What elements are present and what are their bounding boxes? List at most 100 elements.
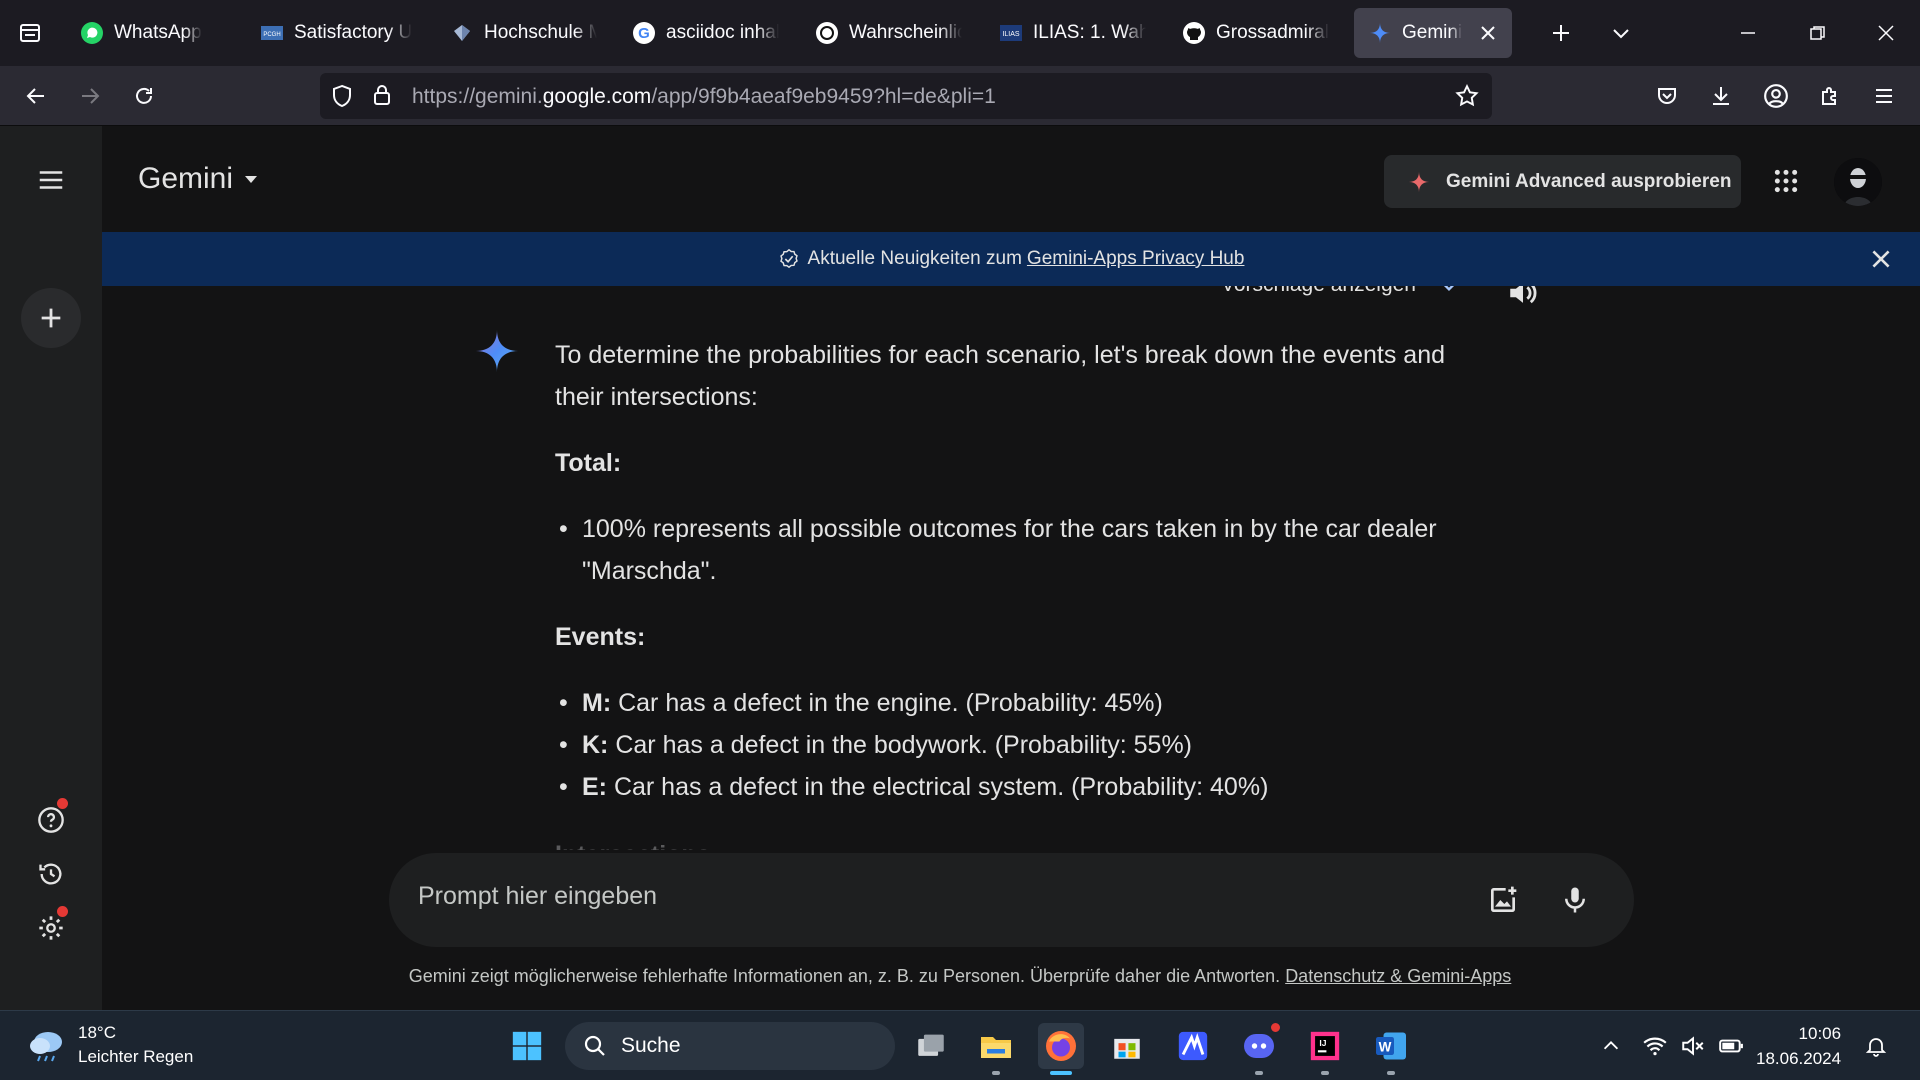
- running-indicator: [1255, 1071, 1263, 1075]
- list-item: 100% represents all possible outcomes fo…: [555, 508, 1455, 592]
- total-heading: Total:: [555, 449, 622, 477]
- firefox-view-button[interactable]: [10, 13, 50, 53]
- caret-down-icon: [245, 176, 258, 183]
- tab-ilias[interactable]: ILIAS ILIAS: 1. Wahrs: [985, 8, 1160, 58]
- arrow-left-icon: [26, 88, 44, 104]
- spark-icon: [1408, 171, 1430, 192]
- tab-gemini[interactable]: Gemini: [1354, 8, 1512, 58]
- privacy-link[interactable]: Datenschutz & Gemini-Apps: [1285, 966, 1511, 986]
- avatar[interactable]: [1834, 158, 1882, 206]
- tab-github[interactable]: GrossadmiralT: [1168, 8, 1343, 58]
- microphone-button[interactable]: [1551, 876, 1599, 924]
- model-response: To determine the probabilities for each …: [555, 334, 1455, 850]
- tab-label: WhatsApp: [114, 22, 202, 43]
- mathcad-button[interactable]: [1170, 1023, 1216, 1069]
- firefox-button[interactable]: [1038, 1023, 1084, 1075]
- total-list: 100% represents all possible outcomes fo…: [555, 508, 1455, 592]
- close-banner-icon[interactable]: [1868, 246, 1894, 272]
- pocket-button[interactable]: [1647, 76, 1687, 116]
- tracking-protection-icon[interactable]: [330, 84, 354, 113]
- banner-text: Aktuelle Neuigkeiten zum: [807, 248, 1022, 269]
- apps-grid-icon: [1774, 169, 1798, 193]
- microsoft-store-button[interactable]: [1104, 1023, 1150, 1069]
- word-button[interactable]: W: [1368, 1023, 1414, 1075]
- hamburger-icon: [1876, 89, 1892, 103]
- event-text: Car has a defect in the electrical syste…: [607, 773, 1269, 801]
- gear-icon: [39, 916, 63, 940]
- prompt-input[interactable]: Prompt hier eingeben: [418, 882, 657, 911]
- reload-icon: [136, 87, 152, 104]
- tab-whatsapp[interactable]: WhatsApp: [66, 8, 216, 58]
- back-button[interactable]: [16, 76, 56, 116]
- word-icon: W: [1376, 1032, 1406, 1060]
- read-aloud-button[interactable]: [1506, 286, 1540, 315]
- intellij-button[interactable]: IJ: [1302, 1023, 1348, 1075]
- main-menu-button[interactable]: [27, 156, 75, 204]
- page-title: Gemini: [138, 162, 234, 195]
- file-explorer-button[interactable]: [973, 1023, 1019, 1075]
- browser-nav-bar: https://gemini.google.com/app/9f9b4aeaf9…: [0, 66, 1920, 126]
- app-menu-button[interactable]: [1864, 76, 1904, 116]
- chat-scroll-area[interactable]: Vorschläge anzeigen To determine the pro…: [102, 286, 1920, 850]
- minimize-button[interactable]: [1728, 13, 1768, 53]
- upload-image-button[interactable]: [1479, 876, 1527, 924]
- restore-button[interactable]: [1797, 13, 1837, 53]
- clock[interactable]: 10:06 18.06.2024: [1756, 1021, 1841, 1071]
- tab-label: Gemini: [1402, 22, 1463, 43]
- tab-asciidoc[interactable]: G asciidoc inhalts: [618, 8, 793, 58]
- tab-label: Hochschule M: [484, 22, 597, 43]
- downloads-button[interactable]: [1701, 76, 1741, 116]
- event-key: E:: [582, 773, 607, 801]
- bookmark-star-icon[interactable]: [1454, 83, 1480, 114]
- svg-text:G: G: [638, 25, 650, 42]
- close-tab-icon[interactable]: [1476, 21, 1500, 45]
- new-tab-button[interactable]: [1541, 13, 1581, 53]
- network-button[interactable]: [1636, 1023, 1674, 1069]
- tab-label: GrossadmiralT: [1216, 22, 1329, 43]
- list-all-tabs-button[interactable]: [1601, 13, 1641, 53]
- forward-button[interactable]: [70, 76, 110, 116]
- search-label: Suche: [621, 1034, 681, 1057]
- tab-hochschule[interactable]: Hochschule M: [436, 8, 611, 58]
- events-heading: Events:: [555, 623, 646, 651]
- menu-icon: [39, 171, 63, 189]
- list-item: M: Car has a defect in the engine. (Prob…: [555, 682, 1455, 724]
- lock-icon[interactable]: [370, 83, 394, 112]
- tab-wahrscheinlich[interactable]: Wahrscheinlich: [801, 8, 976, 58]
- start-button[interactable]: [504, 1023, 550, 1069]
- response-intro: To determine the probabilities for each …: [555, 341, 1446, 411]
- google-apps-button[interactable]: [1762, 157, 1810, 205]
- show-suggestions-toggle[interactable]: Vorschläge anzeigen: [1221, 286, 1462, 298]
- tab-label: Satisfactory Up: [294, 22, 412, 43]
- url-bar[interactable]: https://gemini.google.com/app/9f9b4aeaf9…: [320, 73, 1492, 119]
- avatar-icon: [1834, 158, 1882, 206]
- taskbar-search[interactable]: Suche: [565, 1022, 895, 1070]
- show-hidden-icons-button[interactable]: [1588, 1023, 1634, 1069]
- running-indicator: [1387, 1071, 1395, 1075]
- gemini-icon: [1368, 21, 1392, 45]
- discord-button[interactable]: [1236, 1021, 1282, 1075]
- event-key: M:: [582, 689, 612, 717]
- tab-satisfactory[interactable]: PCGH Satisfactory Up: [246, 8, 426, 58]
- task-view-button[interactable]: [908, 1023, 954, 1069]
- privacy-hub-link[interactable]: Gemini-Apps Privacy Hub: [1027, 248, 1245, 270]
- arrow-right-icon: [82, 88, 100, 104]
- tab-label: ILIAS: 1. Wahrs: [1033, 22, 1146, 43]
- google-icon: G: [632, 21, 656, 45]
- whatsapp-icon: [80, 21, 104, 45]
- prompt-box[interactable]: Prompt hier eingeben: [389, 853, 1634, 947]
- url-text[interactable]: https://gemini.google.com/app/9f9b4aeaf9…: [412, 85, 996, 109]
- weather-widget[interactable]: 18°C Leichter Regen: [26, 1021, 193, 1069]
- new-chat-button[interactable]: [21, 288, 81, 348]
- notifications-button[interactable]: [1856, 1023, 1896, 1069]
- account-button[interactable]: [1756, 76, 1796, 116]
- model-switcher[interactable]: Gemini: [138, 162, 259, 196]
- volume-button[interactable]: [1674, 1023, 1712, 1069]
- extensions-button[interactable]: [1810, 76, 1850, 116]
- reload-button[interactable]: [124, 76, 164, 116]
- close-window-button[interactable]: [1866, 13, 1906, 53]
- battery-button[interactable]: [1712, 1023, 1750, 1069]
- event-text: Car has a defect in the engine. (Probabi…: [611, 689, 1163, 717]
- activity-button[interactable]: [27, 850, 75, 898]
- gemini-advanced-button[interactable]: Gemini Advanced ausprobieren: [1384, 155, 1741, 208]
